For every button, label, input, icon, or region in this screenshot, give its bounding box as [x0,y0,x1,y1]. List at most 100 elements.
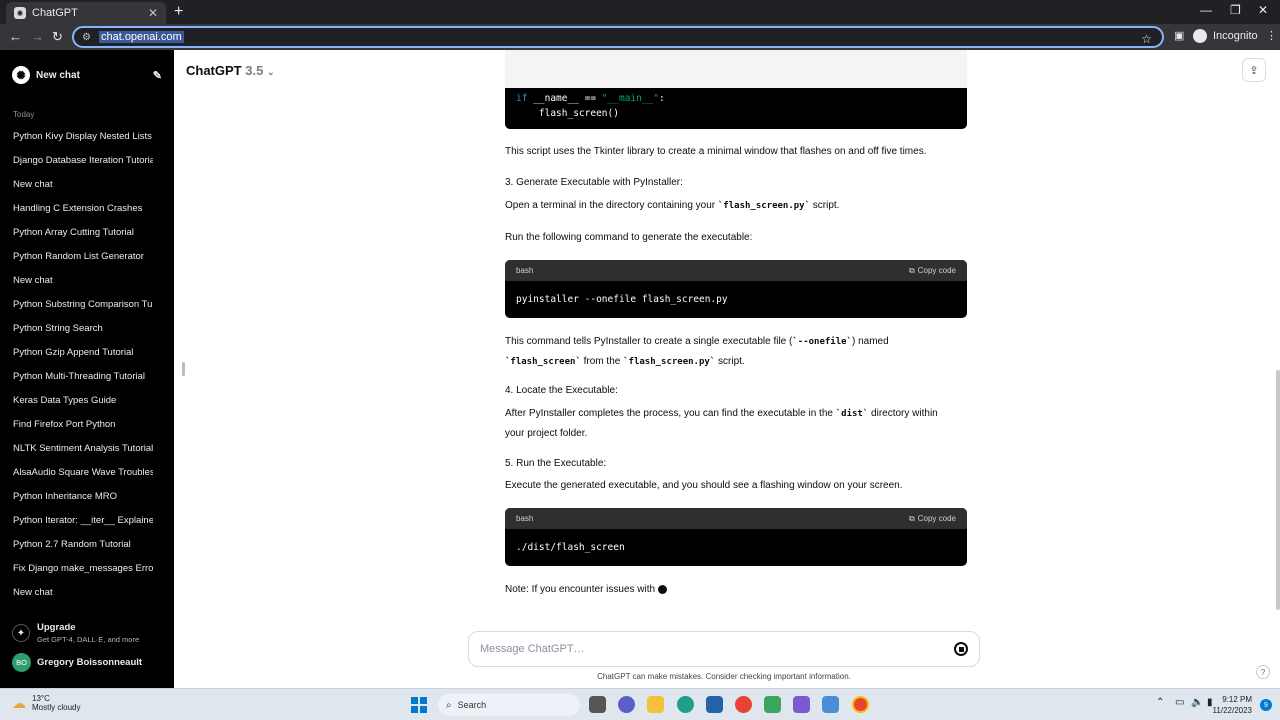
browser-tab[interactable]: ✺ ChatGPT ✕ [6,2,166,24]
forward-icon[interactable]: → [31,29,44,44]
chatgpt-favicon-icon: ✺ [14,7,26,19]
code-body: if __name__ == "__main__": flash_screen(… [505,88,967,129]
sidebar-resize-handle[interactable] [182,362,185,376]
inline-code: `flash_screen` [505,357,581,367]
chrome-icon[interactable] [735,696,752,713]
windows-start-icon[interactable] [411,697,427,713]
history-item[interactable]: Python String Search [13,323,153,334]
taskbar-search[interactable]: ⌕ Search [438,694,580,716]
incognito-profile[interactable]: Incognito [1193,29,1258,43]
inline-code: `flash_screen.py` [717,201,811,211]
openai-logo-icon: ✺ [12,66,30,84]
history-item[interactable]: Django Database Iteration Tutorial [13,155,153,166]
minimize-icon[interactable]: — [1200,3,1212,17]
app-icon[interactable] [822,696,839,713]
history-item[interactable]: Python Random List Generator [13,251,153,262]
browser-tab-strip: ✺ ChatGPT ✕ + — ❐ ✕ [0,0,1280,24]
incognito-icon [1193,29,1207,43]
history-item[interactable]: Python Gzip Append Tutorial [13,347,153,358]
message-input[interactable]: Message ChatGPT… [468,631,980,667]
help-icon[interactable]: ? [1256,665,1270,679]
history-item[interactable]: Python Multi-Threading Tutorial [13,371,153,382]
code-header: bash ⧉ Copy code [505,260,967,281]
history-item[interactable]: Python 2.7 Random Tutorial [13,539,153,550]
user-menu[interactable]: BO Gregory Boissonneault [12,653,162,672]
close-window-icon[interactable]: ✕ [1258,3,1268,17]
history-item[interactable]: Keras Data Types Guide [13,395,153,406]
store-icon[interactable] [706,696,723,713]
clock[interactable]: 9:12 PM 11/22/2023 [1213,694,1252,716]
inline-code: `dist` [835,409,869,419]
task-view-icon[interactable] [589,696,606,713]
inline-code: `flash_screen.py` [623,357,716,367]
paragraph: This script uses the Tkinter library to … [505,146,927,157]
file-explorer-icon[interactable] [647,696,664,713]
side-panel-icon[interactable]: ▣ [1174,29,1184,42]
history-item[interactable]: Handling C Extension Crashes [13,203,153,214]
clipboard-icon: ⧉ [909,513,915,523]
chevron-up-icon[interactable]: ⌃ [1156,697,1164,708]
text: After PyInstaller completes the process,… [505,408,836,419]
search-icon: ⌕ [446,699,452,711]
step-heading: 5. Run the Executable: [505,458,607,469]
restore-icon[interactable]: ❐ [1230,3,1241,17]
address-bar[interactable]: ⚙ chat.openai.com ☆ [72,26,1164,48]
clipboard-icon: ⧉ [909,265,915,275]
bookmark-star-icon[interactable]: ☆ [1141,32,1152,46]
code-language: bash [516,266,534,275]
upgrade-button[interactable]: ✦ Upgrade Get GPT-4, DALL·E, and more [12,622,162,644]
paragraph: After PyInstaller completes the process,… [505,404,967,443]
history-item[interactable]: Python Inheritance MRO [13,491,153,502]
app-icon[interactable] [793,696,810,713]
notification-badge[interactable]: 9 [1260,699,1272,711]
browser-menu-icon[interactable]: ⋮ [1266,29,1277,42]
history-item[interactable]: Python Kivy Display Nested Lists [13,131,153,142]
model-name: ChatGPT [186,63,242,78]
model-selector[interactable]: ChatGPT 3.5 ⌄ [186,63,275,78]
code-body: pyinstaller --onefile flash_screen.py [516,294,728,305]
upgrade-title: Upgrade [37,622,76,633]
code-text: __name__ == [527,93,602,104]
history-item[interactable]: Python Iterator: __iter__ Explained [13,515,153,526]
upgrade-subtitle: Get GPT-4, DALL·E, and more [37,635,140,644]
disclaimer: ChatGPT can make mistakes. Consider chec… [597,672,851,681]
paragraph: Open a terminal in the directory contain… [505,196,967,216]
stop-generating-icon[interactable] [954,642,968,656]
url-text[interactable]: chat.openai.com [98,31,184,43]
share-icon[interactable]: ⇪ [1242,58,1266,82]
volume-icon[interactable]: 🔈 [1191,697,1203,708]
history-item[interactable]: New chat [13,587,153,598]
avatar: BO [12,653,31,672]
reload-icon[interactable]: ↻ [52,29,63,45]
copy-code-button[interactable]: ⧉ Copy code [909,266,956,276]
history-item[interactable]: Python Substring Comparison Tu [13,299,153,310]
history-item[interactable]: New chat [13,179,153,190]
tab-close-icon[interactable]: ✕ [148,6,158,20]
history-item[interactable]: AlsaAudio Square Wave Troubles [13,467,153,478]
history-item[interactable]: Fix Django make_messages Error [13,563,153,574]
chat-icon[interactable] [618,696,635,713]
chrome-active-icon[interactable] [852,696,869,713]
text: Note: If you encounter issues with [505,584,656,595]
code-line: flash_screen() [516,108,619,119]
history-item[interactable]: Find Firefox Port Python [13,419,153,430]
edit-icon[interactable]: ✎ [153,69,162,82]
history-item[interactable]: Python Array Cutting Tutorial [13,227,153,238]
network-icon[interactable]: ▭ [1175,697,1184,708]
time: 9:12 PM [1222,695,1252,704]
weather-widget[interactable]: ☁ 13°C Mostly cloudy [12,694,80,712]
edge-icon[interactable] [677,696,694,713]
site-info-icon[interactable]: ⚙ [82,32,91,43]
code-block: bash ⧉ Copy code pyinstaller --onefile fl… [505,260,967,318]
app-icon[interactable] [764,696,781,713]
new-tab-button[interactable]: + [174,3,183,21]
history-item[interactable]: New chat [13,275,153,286]
scrollbar[interactable] [1276,370,1280,610]
code-text: : [659,93,665,104]
copy-code-button[interactable]: ⧉ Copy code [909,514,956,524]
back-icon[interactable]: ← [9,29,22,44]
history-item[interactable]: NLTK Sentiment Analysis Tutorial [13,443,153,454]
text: script. [715,356,745,367]
user-name: Gregory Boissonneault [37,657,143,668]
new-chat-button[interactable]: ✺ New chat ✎ [12,64,162,86]
